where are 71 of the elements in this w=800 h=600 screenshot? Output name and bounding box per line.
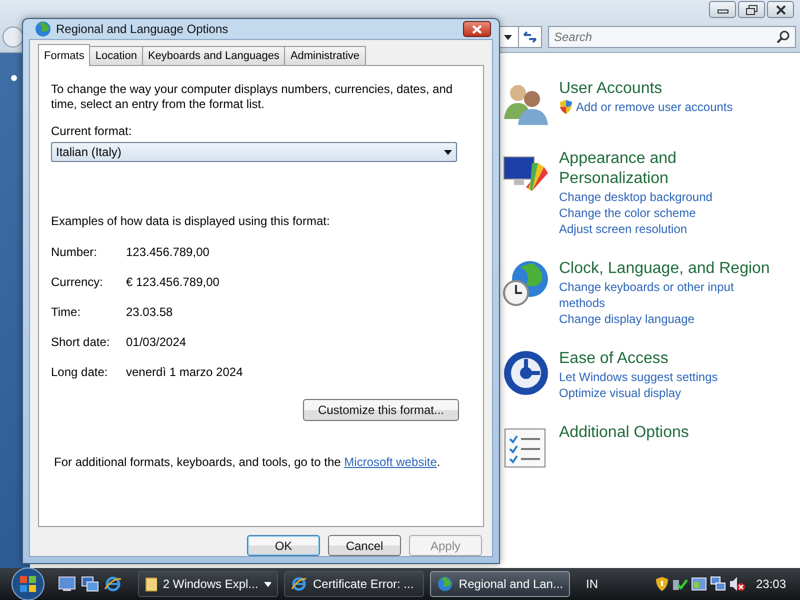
example-value: € 123.456.789,00 bbox=[126, 275, 220, 291]
accessibility-icon[interactable] bbox=[502, 349, 550, 397]
taskbar-button[interactable]: 2 Windows Expl... bbox=[138, 571, 278, 597]
clock[interactable]: 23:03 bbox=[756, 577, 786, 591]
caret-icon bbox=[444, 150, 452, 154]
ok-button[interactable]: OK bbox=[247, 535, 320, 556]
instruction-text: To change the way your computer displays numbers, currencies, dates, and time, select an entry from the format list. bbox=[51, 82, 454, 112]
shield-icon bbox=[559, 99, 573, 115]
field-label: Current format: bbox=[51, 124, 133, 138]
example-label: Time: bbox=[51, 305, 82, 321]
caret-icon bbox=[504, 34, 512, 40]
category-link[interactable]: Additional Options bbox=[559, 423, 779, 443]
close-icon bbox=[774, 4, 788, 14]
window-title: Regional and Language Options bbox=[56, 22, 230, 36]
globe-icon bbox=[437, 576, 453, 592]
example-label: Currency: bbox=[51, 275, 104, 291]
website-link[interactable]: Microsoft website bbox=[344, 455, 437, 469]
language-indicator[interactable]: IN bbox=[586, 577, 598, 591]
task-link[interactable]: Change the color scheme bbox=[559, 205, 696, 221]
close-button[interactable] bbox=[463, 21, 491, 37]
example-value: 123.456.789,00 bbox=[126, 245, 210, 261]
category-link[interactable]: Clock, Language, and Region bbox=[559, 259, 779, 279]
example-value: 23.03.58 bbox=[126, 305, 173, 321]
windows-icon[interactable] bbox=[81, 576, 99, 592]
shield-icon[interactable] bbox=[654, 576, 669, 592]
search-icon bbox=[776, 30, 790, 44]
format-dropdown[interactable]: Italian (Italy) bbox=[51, 142, 457, 162]
task-link[interactable]: Change display language bbox=[559, 311, 694, 327]
globe-clock-icon[interactable] bbox=[502, 259, 550, 307]
network-icon[interactable] bbox=[710, 576, 726, 592]
example-label: Short date: bbox=[51, 335, 111, 351]
browser-icon bbox=[291, 576, 307, 592]
category-link[interactable]: Appearance and Personalization bbox=[559, 149, 779, 189]
close-button[interactable] bbox=[767, 1, 794, 18]
customize-button[interactable]: Customize this format... bbox=[302, 399, 459, 421]
muted-speaker-icon[interactable] bbox=[728, 576, 745, 592]
back-button[interactable] bbox=[2, 26, 24, 48]
tab[interactable]: Location bbox=[89, 46, 143, 65]
tab[interactable]: Formats bbox=[38, 44, 90, 66]
globe-icon bbox=[34, 20, 52, 38]
example-label: Long date: bbox=[51, 365, 109, 381]
window-icon[interactable] bbox=[690, 576, 707, 592]
examples-heading: Examples of how data is displayed using this format: bbox=[51, 214, 331, 228]
category-link[interactable]: Ease of Access bbox=[559, 349, 779, 369]
task-link[interactable]: Optimize visual display bbox=[559, 385, 682, 401]
close-icon bbox=[471, 24, 483, 34]
folder-icon bbox=[145, 576, 157, 592]
footer-text: For additional formats, keyboards, and tools, go to the Microsoft website. bbox=[54, 455, 442, 469]
desktop-icon[interactable] bbox=[58, 576, 76, 592]
minimize-button[interactable] bbox=[709, 1, 736, 18]
task-link[interactable]: Change desktop background bbox=[559, 189, 712, 205]
restore-button[interactable] bbox=[738, 1, 765, 18]
cancel-button[interactable]: Cancel bbox=[328, 535, 401, 556]
example-value: 01/03/2024 bbox=[126, 335, 186, 351]
taskbar-button[interactable]: Regional and Lan... bbox=[430, 571, 570, 597]
refresh-button[interactable] bbox=[518, 26, 542, 48]
caret-icon bbox=[264, 582, 271, 586]
task-link[interactable]: Adjust screen resolution bbox=[559, 221, 688, 237]
task-link[interactable]: Change keyboards or other input methods bbox=[559, 279, 779, 311]
browser-icon[interactable] bbox=[104, 576, 122, 592]
tab[interactable]: Administrative bbox=[284, 46, 366, 65]
restore-icon bbox=[744, 4, 758, 14]
task-link[interactable]: Add or remove user accounts bbox=[576, 99, 733, 115]
taskbar-button[interactable]: Certificate Error: ... bbox=[284, 571, 424, 597]
example-label: Number: bbox=[51, 245, 98, 261]
example-value: venerdì 1 marzo 2024 bbox=[126, 365, 243, 381]
tab[interactable]: Keyboards and Languages bbox=[142, 46, 286, 65]
task-link[interactable]: Let Windows suggest settings bbox=[559, 369, 718, 385]
refresh-icon bbox=[522, 30, 538, 44]
search-field[interactable]: Search bbox=[548, 26, 796, 48]
category-link[interactable]: User Accounts bbox=[559, 79, 779, 99]
